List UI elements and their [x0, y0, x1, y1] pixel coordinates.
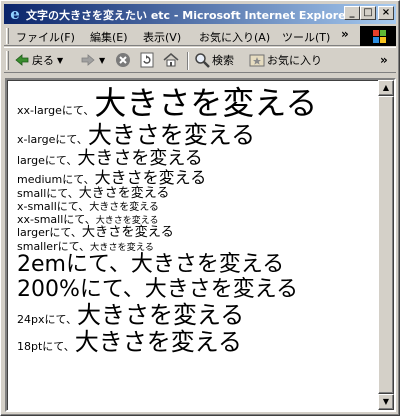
font-size-row-label: x-smallにて、 — [17, 200, 90, 214]
search-button[interactable]: 検索 — [194, 52, 234, 70]
toolbar-grip[interactable] — [6, 51, 9, 70]
font-size-row-sample: 大きさを変える — [94, 167, 207, 187]
font-size-row: xx-largeにて、大きさを変える — [17, 84, 377, 122]
title-bar[interactable]: e 文字の大きさを変えたい etc - Microsoft Internet E… — [4, 4, 396, 24]
toolbar-separator — [187, 52, 189, 70]
font-size-row-sample: 大きさを変える — [89, 202, 159, 214]
font-size-row-sample: 大きさを変える — [76, 301, 245, 330]
favorites-label: お気に入り — [267, 54, 322, 67]
font-size-row: 2emにて、大きさを変える — [17, 252, 377, 278]
stop-button[interactable] — [115, 52, 131, 70]
maximize-button[interactable]: □ — [360, 6, 376, 20]
font-size-row-label: xx-largeにて、 — [17, 104, 95, 117]
font-size-row-label: x-largeにて、 — [17, 132, 88, 146]
menu-bar-grip[interactable] — [6, 28, 9, 44]
home-icon — [163, 52, 179, 68]
menu-overflow-chevron[interactable]: » — [341, 27, 349, 41]
menu-favorites[interactable]: お気に入り(A) — [197, 29, 272, 45]
search-icon — [194, 52, 210, 68]
menu-tools[interactable]: ツール(T) — [280, 29, 332, 45]
page-viewport: xx-largeにて、大きさを変える x-largeにて、大きさを変える large… — [5, 78, 396, 412]
font-size-row: x-largeにて、大きさを変える — [17, 120, 377, 149]
font-size-row: 18ptにて、大きさを変える — [17, 329, 377, 356]
font-size-row: largeにて、大きさを変える — [17, 147, 377, 169]
font-size-row-sample: 大きさを変える — [77, 147, 203, 169]
window-title: 文字の大きさを変えたい etc - Microsoft Internet Exp… — [26, 9, 352, 22]
forward-dropdown-icon[interactable]: ▼ — [99, 56, 105, 65]
refresh-button[interactable] — [139, 52, 155, 70]
forward-button[interactable]: ▼ — [80, 52, 105, 70]
font-size-row: 24pxにて、大きさを変える — [17, 302, 377, 329]
page-content: xx-largeにて、大きさを変える x-largeにて、大きさを変える large… — [17, 84, 377, 356]
font-size-row-sample: 大きさを変える — [78, 185, 170, 201]
back-dropdown-icon[interactable]: ▼ — [57, 56, 63, 65]
font-size-row-sample: 大きさを変える — [74, 328, 243, 357]
refresh-icon — [139, 52, 155, 68]
favorites-button[interactable]: お気に入り — [249, 52, 322, 70]
font-size-row-sample: 大きさを変える — [144, 276, 299, 302]
standard-toolbar: 戻る ▼ ▼ 検索 お気に入り » — [4, 47, 396, 73]
font-size-row-label: 24pxにて、 — [17, 313, 77, 327]
back-button[interactable]: 戻る ▼ — [14, 52, 63, 70]
font-size-row-label: smallerにて、 — [17, 239, 91, 253]
ie-app-icon: e — [10, 5, 20, 23]
font-size-row-label: xx-smallにて、 — [17, 212, 96, 226]
minimize-button[interactable]: _ — [344, 6, 360, 20]
scroll-down-button[interactable]: ▼ — [378, 394, 394, 410]
font-size-row-label: largeにて、 — [17, 153, 78, 167]
menu-bar: ファイル(F) 編集(E) 表示(V) お気に入り(A) ツール(T) » — [4, 26, 396, 46]
menu-edit[interactable]: 編集(E) — [88, 29, 130, 45]
font-size-row: 200%にて、大きさを変える — [17, 276, 377, 303]
font-size-row: mediumにて、大きさを変える — [17, 167, 377, 187]
font-size-row-label: 18ptにて、 — [17, 340, 75, 354]
back-label: 戻る — [32, 54, 54, 67]
font-size-row: largerにて、大きさを変える — [17, 224, 377, 241]
font-size-row-sample: 大きさを変える — [130, 252, 285, 278]
forward-arrow-icon — [80, 52, 96, 68]
scroll-up-button[interactable]: ▲ — [378, 80, 394, 96]
home-button[interactable] — [163, 52, 179, 70]
font-size-row-sample: 大きさを変える — [94, 84, 318, 122]
menu-view[interactable]: 表示(V) — [141, 29, 183, 45]
font-size-row-label: largerにて、 — [17, 225, 82, 239]
back-arrow-icon — [14, 52, 30, 68]
search-label: 検索 — [212, 54, 234, 67]
stop-icon — [115, 52, 131, 68]
font-size-row-label: smallにて、 — [17, 186, 79, 200]
font-size-row-label: 200%にて、 — [17, 276, 145, 302]
font-size-row: xx-smallにて、大きさを変える — [17, 212, 377, 226]
windows-logo-icon — [360, 26, 396, 46]
close-button[interactable]: × — [378, 6, 394, 20]
browser-window: e 文字の大きさを変えたい etc - Microsoft Internet E… — [0, 0, 400, 416]
favorites-icon — [249, 52, 265, 68]
toolbar-overflow-chevron[interactable]: » — [380, 53, 388, 67]
scroll-thumb[interactable] — [378, 96, 394, 394]
font-size-row-sample: 大きさを変える — [87, 120, 256, 149]
menu-file[interactable]: ファイル(F) — [14, 29, 77, 45]
font-size-row-label: mediumにて、 — [17, 172, 95, 186]
font-size-row-sample: 大きさを変える — [81, 224, 174, 240]
font-size-row: smallにて、大きさを変える — [17, 185, 377, 202]
vertical-scrollbar[interactable]: ▲ ▼ — [378, 80, 394, 410]
font-size-row-label: 2emにて、 — [17, 252, 131, 278]
